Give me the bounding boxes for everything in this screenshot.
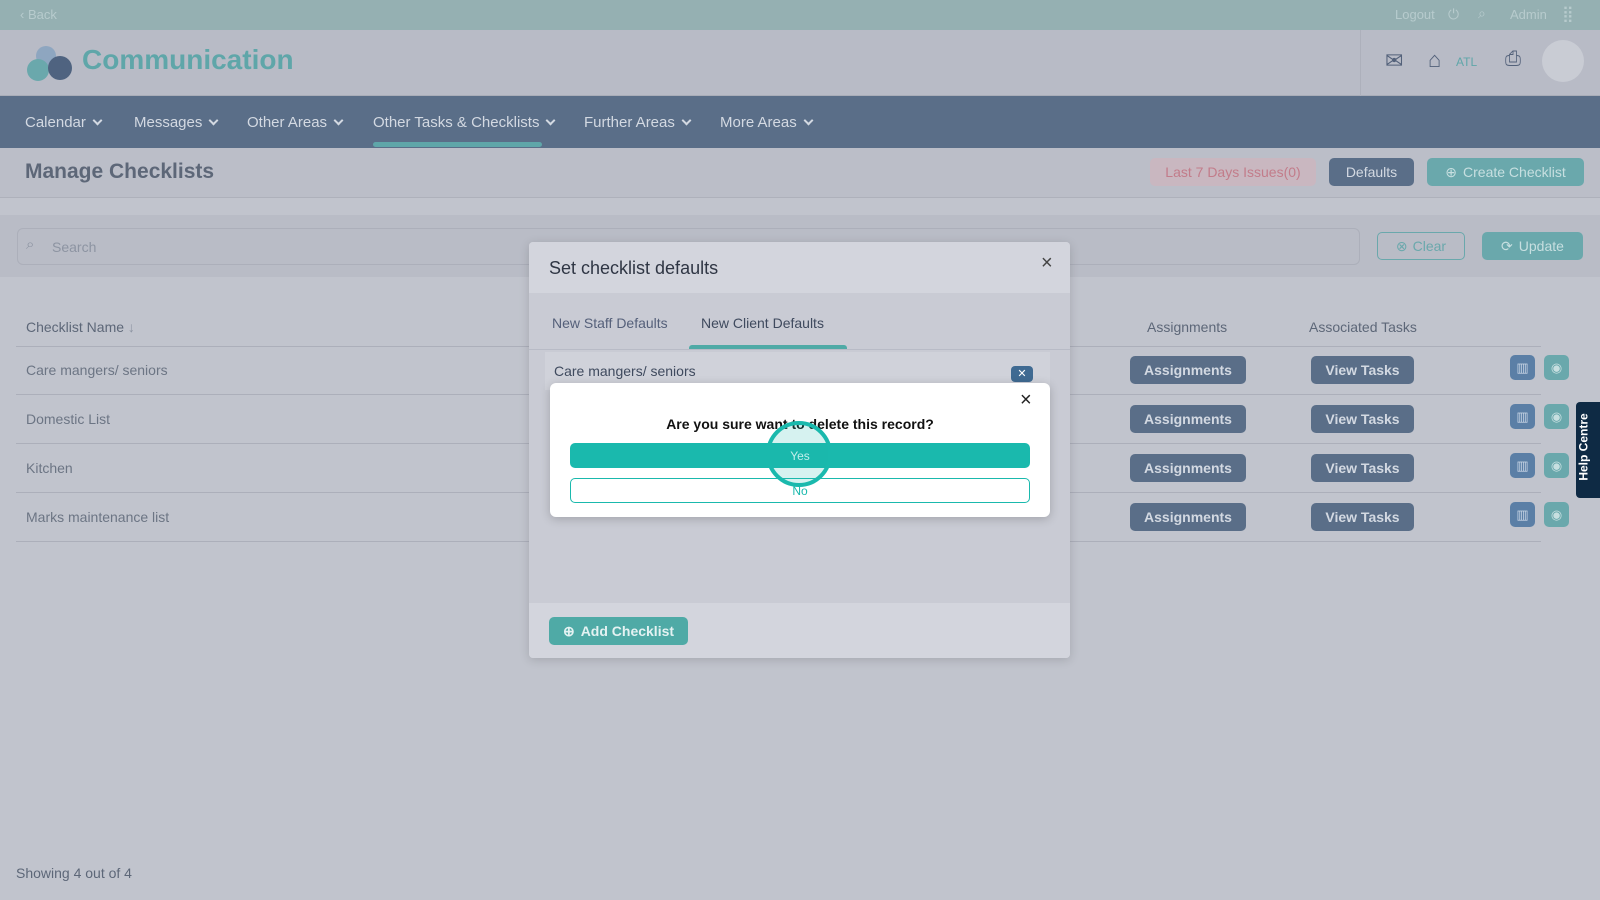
nav-other-areas[interactable]: Other Areas	[247, 114, 344, 131]
view-tasks-button[interactable]: View Tasks	[1311, 503, 1414, 531]
chevron-down-icon	[546, 115, 556, 126]
checklist-name: Marks maintenance list	[26, 509, 170, 525]
last-7-days-issues-button[interactable]: Last 7 Days Issues(0)	[1150, 158, 1316, 186]
view-eye-icon[interactable]: ◉	[1544, 404, 1569, 429]
confirm-close-icon[interactable]: ×	[1020, 389, 1032, 412]
assignments-button[interactable]: Assignments	[1130, 405, 1246, 433]
view-tasks-button[interactable]: View Tasks	[1311, 405, 1414, 433]
home-label: ATL	[1456, 55, 1478, 69]
page-title: Manage Checklists	[25, 160, 215, 183]
column-header-assignments: Assignments	[1147, 319, 1228, 335]
logout-icon[interactable]: ⏻	[1448, 6, 1459, 23]
nav-further-areas[interactable]: Further Areas	[584, 114, 692, 131]
update-button[interactable]: ⟳ Update	[1482, 232, 1583, 260]
create-checklist-button[interactable]: ⊕ Create Checklist	[1427, 158, 1584, 186]
stats-chart-icon[interactable]: ▥	[1510, 502, 1535, 527]
search-icon: ⌕	[26, 236, 35, 253]
help-centre-tab[interactable]: Help Centre	[1576, 402, 1600, 498]
stats-chart-icon[interactable]: ▥	[1510, 453, 1535, 478]
checklist-name: Kitchen	[26, 460, 73, 476]
view-eye-icon[interactable]: ◉	[1544, 502, 1569, 527]
clear-button[interactable]: ⊗ Clear	[1377, 232, 1465, 260]
column-header-associated-tasks: Associated Tasks	[1309, 319, 1417, 335]
main-nav: Calendar Messages Other Areas Other Task…	[0, 96, 1600, 148]
admin-link[interactable]: Admin	[1510, 7, 1547, 22]
view-eye-icon[interactable]: ◉	[1544, 355, 1569, 380]
view-tasks-button[interactable]: View Tasks	[1311, 356, 1414, 384]
apps-grid-icon[interactable]: ⣿	[1562, 4, 1574, 24]
showing-count: Showing 4 out of 4	[16, 865, 132, 881]
tab-new-staff-defaults[interactable]: New Staff Defaults	[552, 315, 668, 331]
search-icon[interactable]: ⌕	[1478, 5, 1486, 22]
logout-link[interactable]: Logout	[1395, 7, 1435, 22]
chevron-down-icon	[92, 115, 103, 126]
top-bar: ‹ Back Logout ⏻ ⌕ Admin ⣿	[0, 0, 1600, 30]
checklist-name: Care mangers/ seniors	[26, 362, 168, 378]
search-placeholder: Search	[52, 239, 97, 255]
modal-close-icon[interactable]: ×	[1041, 252, 1053, 275]
chevron-down-icon	[208, 115, 219, 126]
delete-confirm-dialog: × Are you sure want to delete this recor…	[550, 383, 1050, 517]
column-header-checklist-name[interactable]: Checklist Name ↓	[26, 319, 135, 335]
mail-icon[interactable]: ✉	[1385, 48, 1403, 74]
app-header: Communication ✉ ⌂ ATL ⎙	[0, 30, 1600, 96]
home-icon[interactable]: ⌂	[1428, 47, 1441, 73]
checklist-name: Domestic List	[26, 411, 111, 427]
back-link[interactable]: ‹ Back	[20, 7, 57, 22]
view-eye-icon[interactable]: ◉	[1544, 453, 1569, 478]
sort-arrow-icon: ↓	[127, 319, 135, 335]
checklist-item-name: Care mangers/ seniors	[554, 363, 696, 379]
avatar[interactable]	[1542, 40, 1584, 82]
modal-title: Set checklist defaults	[549, 258, 719, 278]
tab-new-client-defaults[interactable]: New Client Defaults	[701, 315, 824, 331]
assignments-button[interactable]: Assignments	[1130, 356, 1246, 384]
chevron-down-icon	[803, 115, 814, 126]
app-title: Communication	[82, 44, 294, 75]
assignments-button[interactable]: Assignments	[1130, 503, 1246, 531]
defaults-button[interactable]: Defaults	[1329, 158, 1414, 186]
remove-item-icon[interactable]: ✕	[1011, 366, 1033, 382]
chevron-down-icon	[681, 115, 692, 126]
plus-circle-icon: ⊕	[1445, 163, 1458, 180]
add-checklist-button[interactable]: ⊕ Add Checklist	[549, 617, 688, 645]
chevron-down-icon	[333, 115, 344, 126]
assignments-button[interactable]: Assignments	[1130, 454, 1246, 482]
app-logo-icon	[27, 46, 72, 81]
nav-messages[interactable]: Messages	[134, 114, 219, 131]
nav-calendar[interactable]: Calendar	[25, 114, 103, 131]
nav-more-areas[interactable]: More Areas	[720, 114, 814, 131]
page-title-bar: Manage Checklists Last 7 Days Issues(0) …	[0, 148, 1600, 198]
print-icon[interactable]: ⎙	[1505, 48, 1521, 71]
stats-chart-icon[interactable]: ▥	[1510, 355, 1535, 380]
clear-circle-icon: ⊗	[1395, 237, 1408, 254]
plus-circle-icon: ⊕	[562, 622, 575, 639]
stats-chart-icon[interactable]: ▥	[1510, 404, 1535, 429]
view-tasks-button[interactable]: View Tasks	[1311, 454, 1414, 482]
refresh-icon: ⟳	[1501, 237, 1513, 254]
click-indicator	[766, 421, 832, 487]
active-nav-indicator	[373, 142, 542, 147]
nav-other-tasks-checklists[interactable]: Other Tasks & Checklists	[373, 114, 556, 131]
